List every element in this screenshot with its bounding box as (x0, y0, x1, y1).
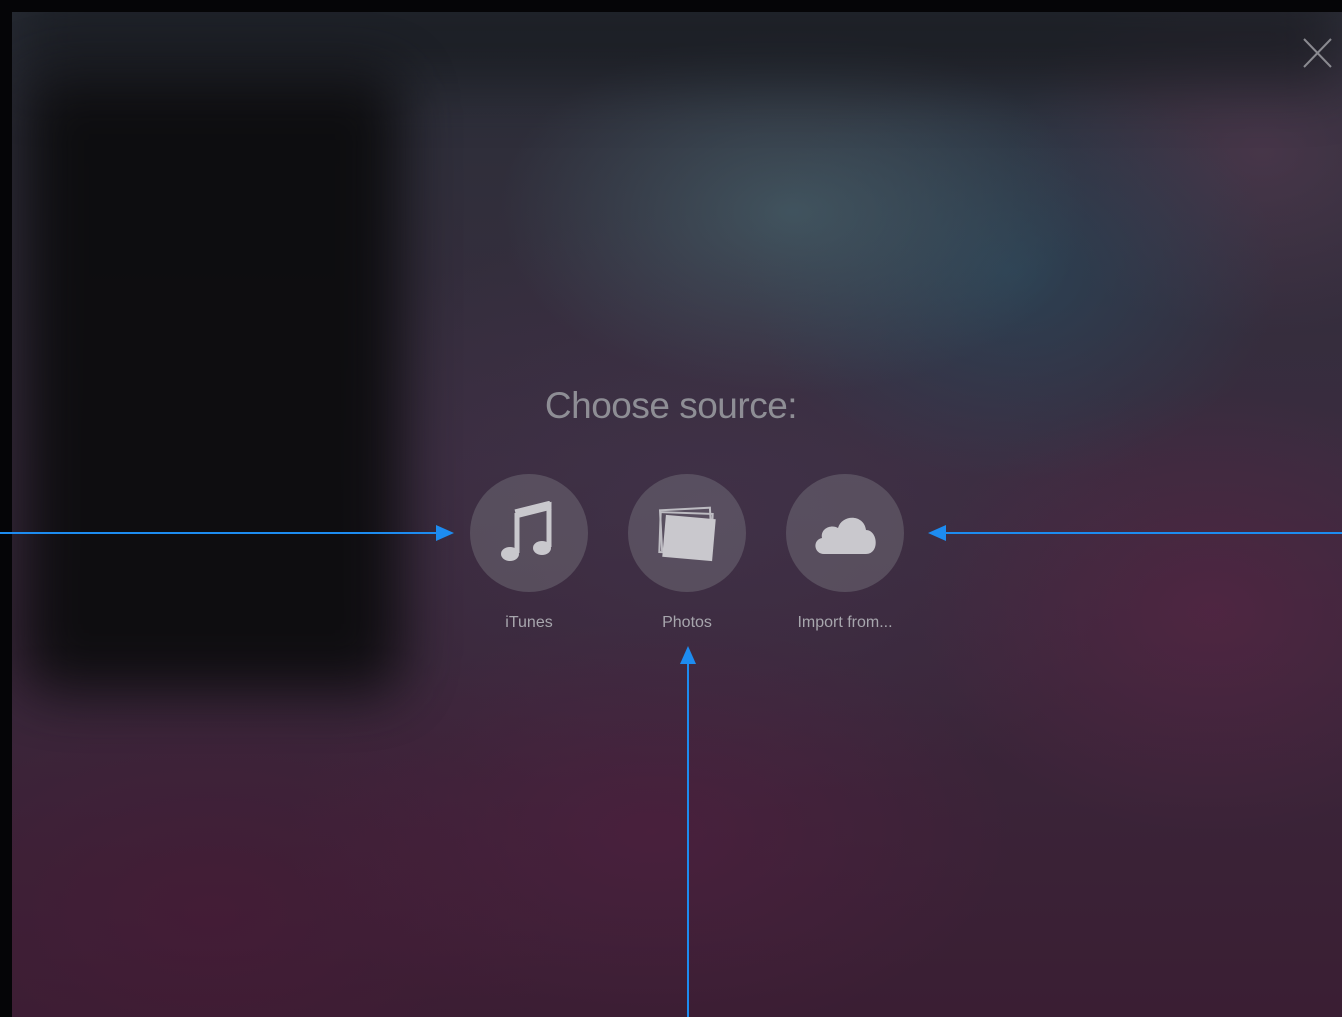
annotation-arrow-left-line (0, 532, 440, 534)
annotation-arrow-up-line (687, 660, 689, 1017)
background-shade-left (22, 72, 402, 692)
dialog-title: Choose source: (544, 385, 798, 426)
source-photos-label: Photos (662, 614, 712, 631)
annotation-arrowhead-right-icon (436, 525, 454, 541)
source-import-button[interactable]: Import from... (765, 474, 925, 632)
source-import-label: Import from... (797, 614, 893, 631)
photos-stack-icon (658, 506, 716, 562)
source-photos-button[interactable]: Photos (607, 474, 767, 632)
source-itunes-button[interactable]: iTunes (449, 474, 609, 632)
annotation-arrow-right-line (944, 532, 1342, 534)
source-import-circle[interactable] (786, 474, 904, 592)
close-icon (1303, 38, 1332, 68)
music-note-icon (501, 501, 552, 561)
source-photos-circle[interactable] (628, 474, 746, 592)
close-button[interactable] (1300, 36, 1334, 70)
annotation-arrowhead-left-icon (928, 525, 946, 541)
app-frame: Choose source: iTunes Photos Import from… (0, 0, 1342, 1017)
cloud-icon (815, 517, 876, 554)
source-itunes-label: iTunes (505, 614, 553, 631)
annotation-arrowhead-up-icon (680, 646, 696, 664)
source-itunes-circle[interactable] (470, 474, 588, 592)
